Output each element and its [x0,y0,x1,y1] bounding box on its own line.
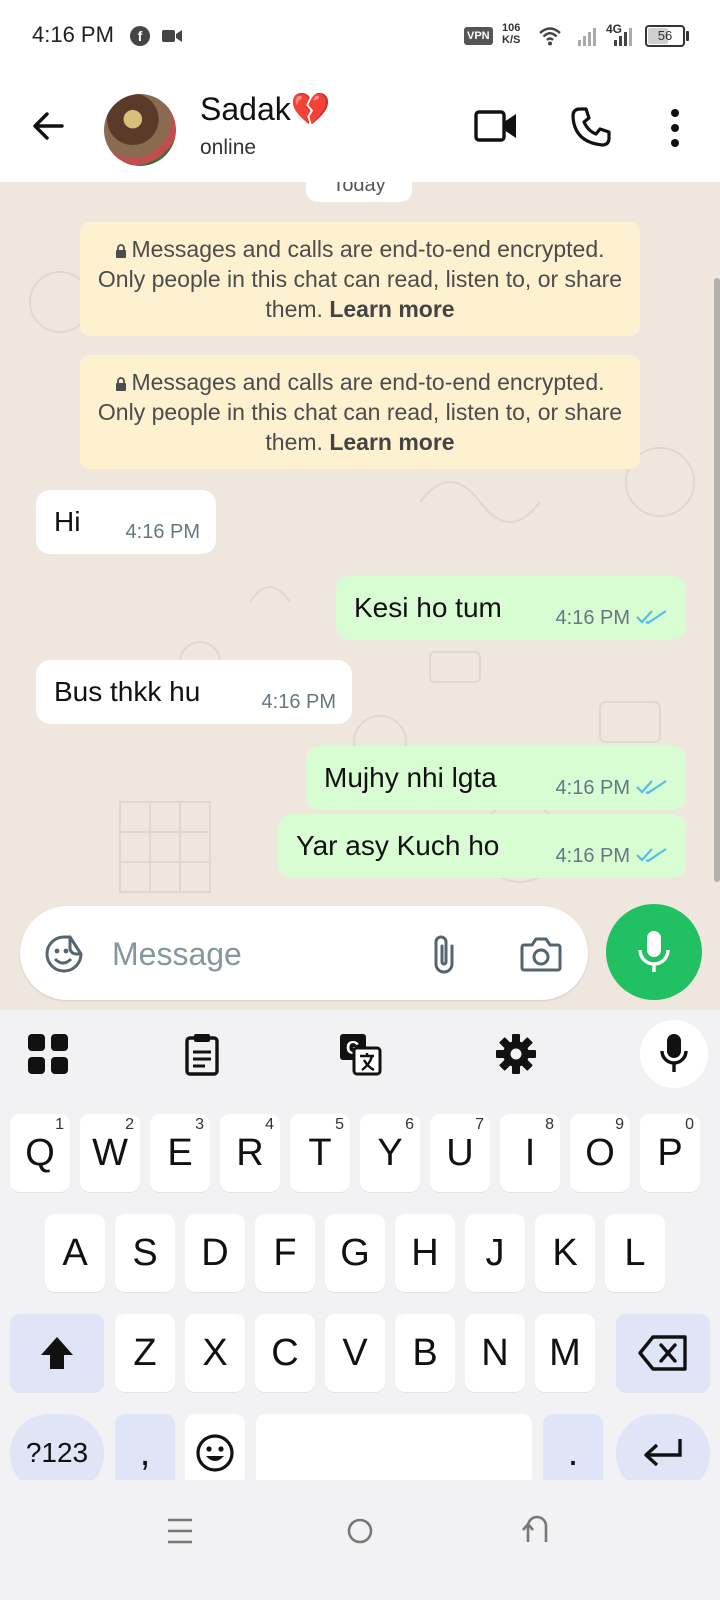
key-n[interactable]: N [465,1314,525,1392]
message-text: Mujhy nhi lgta [324,762,497,793]
signal-icon [578,28,596,46]
shift-key[interactable] [10,1314,104,1392]
battery-tip [686,31,689,41]
learn-more-link[interactable]: Learn more [329,296,454,322]
key-s[interactable]: S [115,1214,175,1292]
message-text: Hi [54,506,81,537]
key-u[interactable]: U7 [430,1114,490,1192]
signal-icon [614,28,632,46]
key-d[interactable]: D [185,1214,245,1292]
read-receipt-icon [636,780,667,795]
settings-gear-icon[interactable] [494,1032,538,1076]
message-time: 4:16 PM [555,845,630,867]
key-l[interactable]: L [605,1214,665,1292]
message-time: 4:16 PM [555,777,630,799]
wifi-icon [539,27,561,46]
key-q[interactable]: Q1 [10,1114,70,1192]
recents-icon[interactable] [166,1516,194,1546]
key-w[interactable]: W2 [80,1114,140,1192]
key-c[interactable]: C [255,1314,315,1392]
emoji-icon [196,1434,234,1472]
key-y[interactable]: Y6 [360,1114,420,1192]
network-speed: 106 K/S [502,22,520,46]
status-time: 4:16 PM [32,22,114,47]
learn-more-link[interactable]: Learn more [329,429,454,455]
chat-area[interactable]: Today Messages and calls are end-to-end … [0,182,720,1010]
shift-icon [41,1337,73,1369]
video-recorder-icon [162,30,182,42]
microphone-icon [638,931,670,972]
outgoing-message[interactable]: Mujhy nhi lgta 4:16 PM [306,746,686,810]
read-receipt-icon [636,848,667,863]
chat-scrollbar[interactable] [714,278,720,882]
lock-icon [116,244,127,258]
message-input[interactable] [112,932,402,976]
video-call-icon[interactable] [474,108,518,144]
key-k[interactable]: K [535,1214,595,1292]
key-z[interactable]: Z [115,1314,175,1392]
vpn-badge: VPN [464,27,493,45]
enter-icon [644,1439,682,1467]
battery-indicator: 56 [645,25,685,47]
key-t[interactable]: T5 [290,1114,350,1192]
key-h[interactable]: H [395,1214,455,1292]
backspace-key[interactable] [616,1314,710,1392]
incoming-message[interactable]: Hi 4:16 PM [36,490,216,554]
message-text: Bus thkk hu [54,676,201,707]
key-o[interactable]: O9 [570,1114,630,1192]
apps-grid-icon[interactable] [26,1032,70,1076]
keyboard-voice-input[interactable] [640,1020,708,1088]
message-time: 4:16 PM [261,691,336,713]
date-chip: Today [306,182,412,202]
network-speed-value: 106 [502,22,521,34]
voice-message-button[interactable] [606,904,702,1000]
backspace-icon [638,1335,687,1371]
contact-status: online [200,136,257,159]
battery-level: 56 [657,28,673,43]
contact-name[interactable]: Sadak💔 [200,90,331,128]
clipboard-icon[interactable] [180,1032,224,1076]
home-icon[interactable] [345,1516,375,1546]
key-j[interactable]: J [465,1214,525,1292]
key-p[interactable]: P0 [640,1114,700,1192]
back-arrow-icon[interactable] [28,106,68,146]
back-icon[interactable] [522,1514,552,1546]
sticker-icon[interactable] [44,934,84,974]
outgoing-message[interactable]: Kesi ho tum 4:16 PM [336,576,686,640]
chat-header: Sadak💔 online [0,72,720,182]
encryption-notice[interactable]: Messages and calls are end-to-end encryp… [80,222,640,336]
more-vertical-icon[interactable] [660,106,690,150]
key-i[interactable]: I8 [500,1114,560,1192]
key-f[interactable]: F [255,1214,315,1292]
network-speed-unit: K/S [502,34,521,46]
message-text: Yar asy Kuch ho [296,830,500,861]
key-b[interactable]: B [395,1314,455,1392]
outgoing-message[interactable]: Yar asy Kuch ho 4:16 PM [278,814,686,878]
phone-icon[interactable] [570,106,612,148]
translate-icon[interactable]: G [338,1032,382,1076]
facebook-icon: f [130,26,150,46]
message-text: Kesi ho tum [354,592,502,623]
key-g[interactable]: G [325,1214,385,1292]
status-bar: 4:16 PM f VPN 106 K/S 4G 56 [0,0,720,72]
camera-icon[interactable] [520,936,562,972]
key-r[interactable]: R4 [220,1114,280,1192]
encryption-notice[interactable]: Messages and calls are end-to-end encryp… [80,355,640,469]
message-time: 4:16 PM [555,607,630,629]
avatar[interactable] [104,94,176,166]
system-nav-bar [0,1480,720,1600]
key-a[interactable]: A [45,1214,105,1292]
key-v[interactable]: V [325,1314,385,1392]
key-m[interactable]: M [535,1314,595,1392]
lock-icon [116,377,127,391]
key-x[interactable]: X [185,1314,245,1392]
read-receipt-icon [636,610,667,625]
paperclip-icon[interactable] [428,932,460,976]
incoming-message[interactable]: Bus thkk hu 4:16 PM [36,660,352,724]
message-time: 4:16 PM [125,521,200,543]
microphone-icon [660,1034,688,1072]
key-e[interactable]: E3 [150,1114,210,1192]
